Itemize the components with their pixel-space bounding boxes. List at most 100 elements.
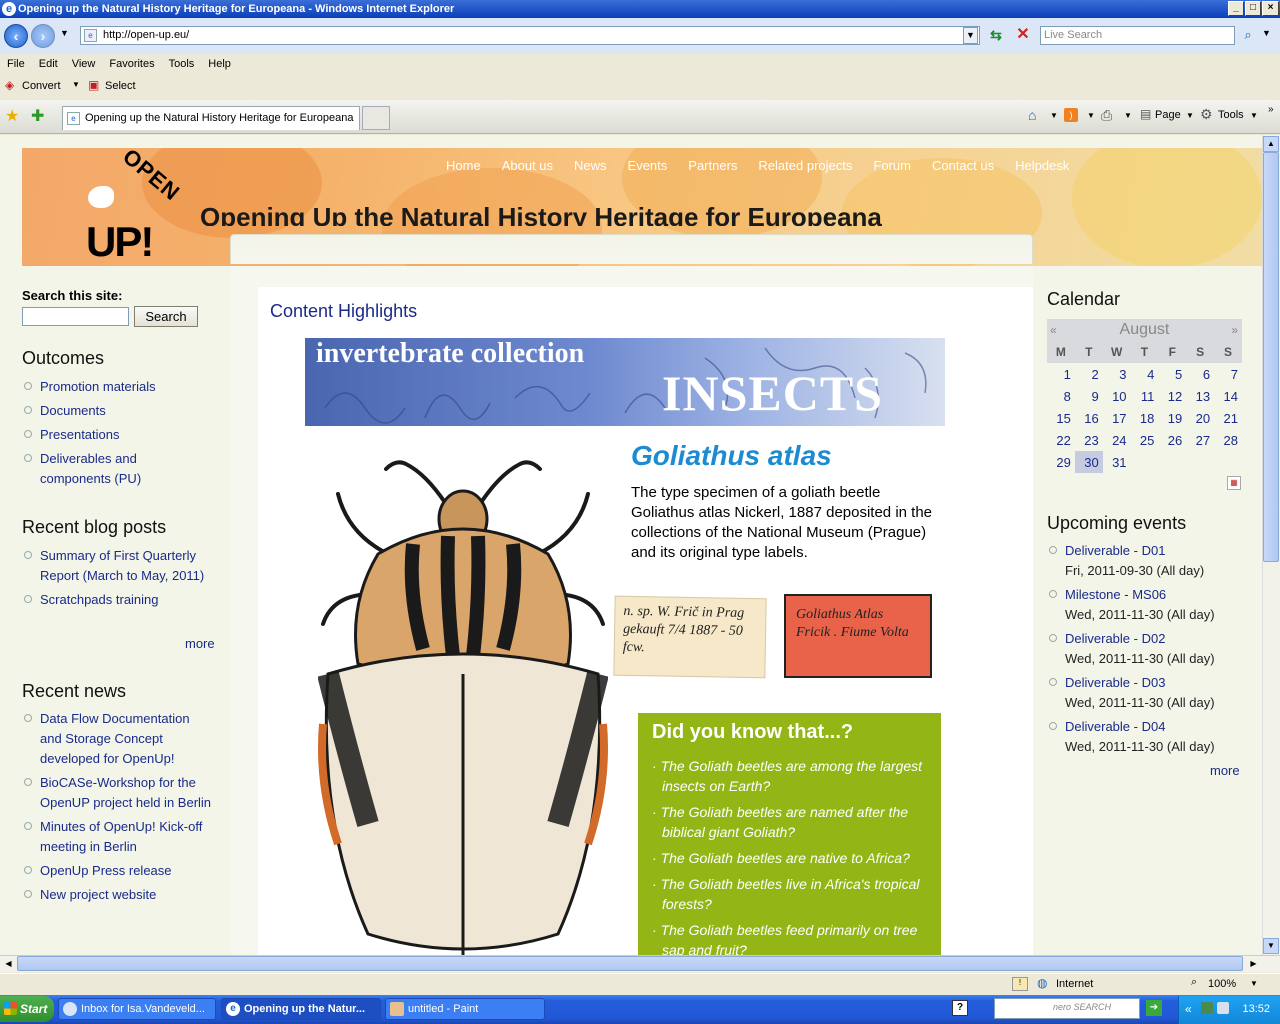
go-arrow-icon[interactable]: ➔ [1146, 1000, 1162, 1016]
event-link[interactable]: Milestone - MS06 [1065, 587, 1166, 602]
add-favorites-icon[interactable]: ✚ [31, 106, 44, 126]
outcome-promotion-materials[interactable]: Promotion materials [22, 377, 222, 397]
calendar-day[interactable]: 11 [1131, 385, 1159, 407]
home-dropdown-icon[interactable]: ▼ [1050, 111, 1058, 120]
help-icon[interactable]: ? [952, 1000, 968, 1016]
nav-home[interactable]: Home [435, 148, 491, 184]
logo-up-text[interactable]: UP! [86, 218, 154, 266]
news-item[interactable]: BioCASe-Workshop for the OpenUP project … [22, 773, 217, 813]
print-dropdown-icon[interactable]: ▼ [1124, 111, 1132, 120]
popup-blocker-icon[interactable]: ! [1012, 977, 1028, 991]
calendar-day[interactable]: 16 [1075, 407, 1103, 429]
menu-edit[interactable]: Edit [32, 54, 65, 74]
vertical-scroll-thumb[interactable] [1263, 152, 1279, 562]
nav-helpdesk[interactable]: Helpdesk [1004, 148, 1079, 184]
calendar-day[interactable]: 7 [1214, 363, 1242, 385]
event-link[interactable]: Deliverable - D03 [1065, 675, 1165, 690]
calendar-day[interactable]: 17 [1103, 407, 1131, 429]
site-title[interactable]: Opening Up the Natural History Heritage … [200, 198, 1030, 226]
live-search-input[interactable]: Live Search [1040, 26, 1235, 45]
convert-button[interactable]: Convert [22, 80, 61, 92]
ical-icon[interactable]: ▦ [1227, 476, 1241, 490]
scroll-left-icon[interactable]: ◀ [1, 956, 16, 971]
menu-tools[interactable]: Tools [162, 54, 202, 74]
start-button[interactable]: Start [0, 996, 54, 1022]
event-link[interactable]: Deliverable - D04 [1065, 719, 1165, 734]
calendar-prev[interactable]: « [1047, 319, 1075, 341]
taskbar-item-paint[interactable]: untitled - Paint [385, 998, 545, 1020]
nav-forum[interactable]: Forum [862, 148, 921, 184]
calendar-day[interactable]: 9 [1075, 385, 1103, 407]
blog-item[interactable]: Summary of First Quarterly Report (March… [22, 546, 217, 586]
calendar-day[interactable]: 24 [1103, 429, 1131, 451]
nav-events[interactable]: Events [617, 148, 678, 184]
calendar-day[interactable]: 21 [1214, 407, 1242, 429]
calendar-day[interactable]: 29 [1047, 451, 1075, 473]
calendar-day[interactable]: 19 [1158, 407, 1186, 429]
back-icon[interactable]: ‹ [4, 24, 28, 48]
calendar-day[interactable]: 6 [1186, 363, 1214, 385]
home-icon[interactable]: ⌂ [1028, 107, 1036, 123]
site-search-input[interactable] [22, 307, 129, 326]
calendar-next[interactable]: » [1214, 319, 1242, 341]
favorites-star-icon[interactable]: ★ [5, 106, 19, 126]
calendar-day[interactable]: 5 [1158, 363, 1186, 385]
blog-more-link[interactable]: more [185, 636, 215, 651]
feeds-dropdown-icon[interactable]: ▼ [1087, 111, 1095, 120]
address-dropdown-icon[interactable]: ▼ [963, 27, 978, 44]
chevron-right-icon[interactable]: » [1268, 104, 1274, 115]
calendar-day[interactable]: 12 [1158, 385, 1186, 407]
menu-file[interactable]: File [0, 54, 32, 74]
page-menu-button[interactable]: Page [1155, 109, 1181, 121]
tab-open-up[interactable]: e Opening up the Natural History Heritag… [62, 106, 360, 130]
nav-related-projects[interactable]: Related projects [747, 148, 862, 184]
zoom-dropdown-icon[interactable]: ▼ [1250, 979, 1258, 988]
search-options-icon[interactable]: ▼ [1262, 28, 1271, 38]
goliath-beetle-image[interactable] [318, 444, 608, 955]
event-link[interactable]: Deliverable - D01 [1065, 543, 1165, 558]
calendar-day[interactable]: 30 [1074, 451, 1103, 473]
print-icon[interactable]: ⎙ [1101, 107, 1112, 124]
news-item[interactable]: Data Flow Documentation and Storage Conc… [22, 709, 212, 769]
convert-dropdown-icon[interactable]: ▼ [72, 80, 80, 89]
tools-menu-button[interactable]: Tools [1218, 109, 1244, 121]
site-search-button[interactable]: Search [134, 306, 198, 327]
menu-help[interactable]: Help [201, 54, 238, 74]
horizontal-scroll-thumb[interactable] [17, 956, 1243, 971]
zoom-level[interactable]: 100% [1208, 978, 1236, 990]
calendar-day[interactable]: 20 [1186, 407, 1214, 429]
calendar-day[interactable]: 28 [1214, 429, 1242, 451]
taskbar-item-inbox[interactable]: Inbox for Isa.Vandeveld... [58, 998, 216, 1020]
calendar-day[interactable]: 26 [1158, 429, 1186, 451]
close-button[interactable]: × [1262, 1, 1279, 16]
calendar-day[interactable]: 23 [1075, 429, 1103, 451]
refresh-icon[interactable]: ⇆ [986, 25, 1006, 45]
clock[interactable]: 13:52 [1242, 1003, 1270, 1015]
calendar-day[interactable]: 10 [1103, 385, 1131, 407]
event-link[interactable]: Deliverable - D02 [1065, 631, 1165, 646]
calendar-day[interactable]: 4 [1131, 363, 1159, 385]
search-icon[interactable]: ⌕ [1238, 25, 1258, 45]
menu-view[interactable]: View [65, 54, 103, 74]
forward-icon[interactable]: › [31, 24, 55, 48]
calendar-day[interactable]: 1 [1047, 363, 1075, 385]
news-item[interactable]: OpenUp Press release [22, 861, 222, 881]
select-button[interactable]: Select [105, 80, 136, 92]
scroll-right-icon[interactable]: ▶ [1246, 956, 1261, 971]
feeds-icon[interactable]: ) [1064, 108, 1078, 122]
stop-icon[interactable]: ✕ [1013, 25, 1033, 45]
scroll-up-icon[interactable]: ▲ [1263, 136, 1279, 152]
news-item[interactable]: New project website [22, 885, 222, 905]
menu-favorites[interactable]: Favorites [102, 54, 161, 74]
nav-partners[interactable]: Partners [677, 148, 747, 184]
page-dropdown-icon[interactable]: ▼ [1186, 111, 1194, 120]
events-more-link[interactable]: more [1210, 763, 1240, 778]
tools-dropdown-icon[interactable]: ▼ [1250, 111, 1258, 120]
calendar-day[interactable]: 3 [1103, 363, 1131, 385]
history-dropdown-icon[interactable]: ▼ [60, 28, 69, 38]
calendar-day[interactable]: 15 [1047, 407, 1075, 429]
nero-search-input[interactable]: nero SEARCH [994, 998, 1140, 1019]
calendar-day[interactable]: 22 [1047, 429, 1075, 451]
minimize-button[interactable]: _ [1228, 1, 1244, 16]
nav-about-us[interactable]: About us [491, 148, 563, 184]
